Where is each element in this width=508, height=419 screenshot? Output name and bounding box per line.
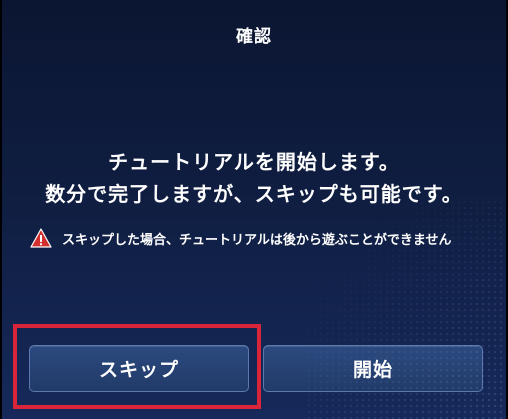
skip-button[interactable]: スキップ [29,345,249,392]
message-line-1: チュートリアルを開始します。 [108,150,400,174]
confirm-dialog: 確認 チュートリアルを開始します。 数分で完了しますが、スキップも可能です。 ス… [0,0,508,419]
dialog-title: 確認 [236,27,272,47]
start-button[interactable]: 開始 [263,345,483,392]
warning-notice: スキップした場合、チュートリアルは後から遊ぶことができません [30,228,451,248]
warning-text: スキップした場合、チュートリアルは後から遊ぶことができません [62,232,452,248]
message-line-2: 数分で完了しますが、スキップも可能です。 [45,182,463,206]
dialog-message: チュートリアルを開始します。 数分で完了しますが、スキップも可能です。 [2,146,506,210]
warning-triangle-icon [30,228,52,248]
